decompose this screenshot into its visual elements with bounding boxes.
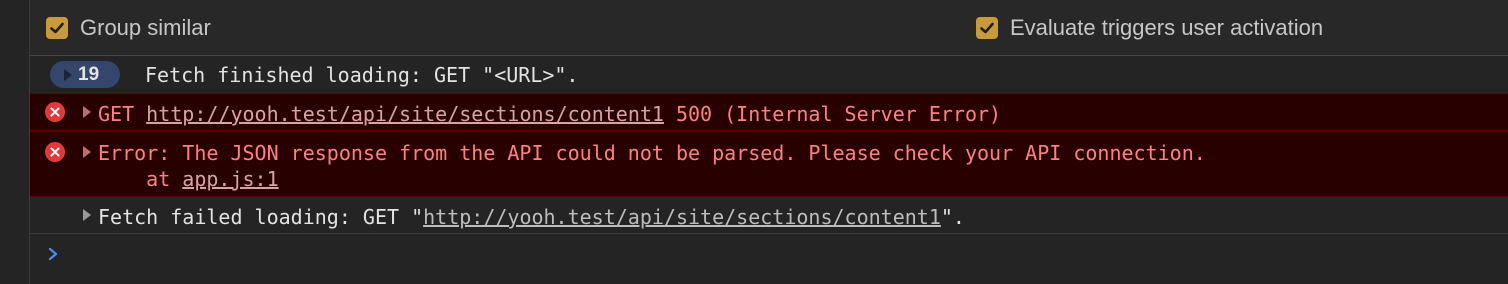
console-log-message[interactable]: Fetch failed loading: GET "http://yooh.t… (30, 197, 1508, 234)
triangle-right-icon (64, 68, 72, 81)
console-messages: 19 Fetch finished loading: GET "<URL>". … (30, 56, 1508, 284)
evaluate-triggers-option[interactable]: Evaluate triggers user activation (976, 15, 1323, 41)
request-url-link[interactable]: http://yooh.test/api/site/sections/conte… (146, 102, 664, 126)
group-similar-checkbox[interactable] (46, 17, 68, 39)
error-x-icon (45, 142, 65, 162)
checkmark-icon (980, 22, 994, 34)
log-prefix: Fetch failed loading: GET " (98, 205, 424, 229)
checkmark-icon (50, 22, 64, 34)
console-prompt[interactable] (46, 244, 60, 269)
repeat-count-badge[interactable]: 19 (50, 61, 120, 88)
source-link[interactable]: app.js:1 (182, 167, 278, 191)
error-text: Error: The JSON response from the API co… (98, 141, 1206, 165)
error-x-icon (45, 102, 65, 122)
console-settings-toolbar: Group similar Evaluate triggers user act… (30, 0, 1508, 56)
evaluate-triggers-checkbox[interactable] (976, 17, 998, 39)
group-similar-label: Group similar (80, 15, 211, 40)
triangle-right-icon[interactable] (83, 106, 91, 118)
console-error-message[interactable]: Error: The JSON response from the API co… (30, 131, 1508, 197)
triangle-right-icon[interactable] (83, 146, 91, 158)
log-suffix: ". (940, 205, 965, 229)
console-message-group[interactable]: 19 Fetch finished loading: GET "<URL>". (30, 56, 1508, 93)
stack-at: at (98, 167, 183, 191)
triangle-right-icon[interactable] (83, 209, 91, 221)
group-similar-option[interactable]: Group similar (46, 15, 211, 41)
console-error-message[interactable]: GET http://yooh.test/api/site/sections/c… (30, 93, 1508, 131)
message-text: Fetch finished loading: GET "<URL>". (145, 63, 579, 87)
left-gutter (0, 0, 30, 284)
evaluate-triggers-label: Evaluate triggers user activation (1010, 15, 1324, 40)
chevron-right-icon (48, 247, 58, 261)
status-text: 500 (Internal Server Error) (663, 102, 1002, 126)
repeat-count: 19 (78, 63, 100, 85)
request-url-link[interactable]: http://yooh.test/api/site/sections/conte… (423, 205, 941, 229)
request-method: GET (98, 102, 147, 126)
